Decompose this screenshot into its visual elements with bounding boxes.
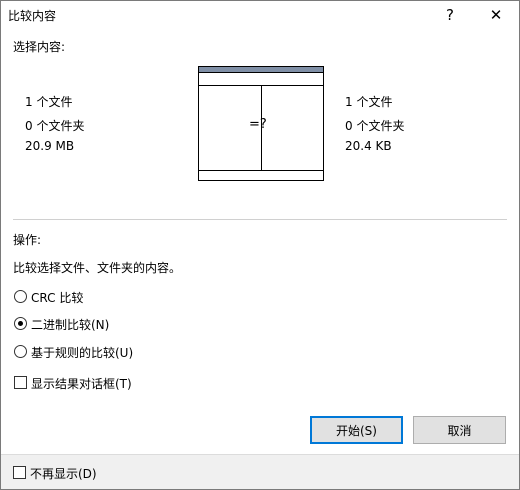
right-size: 20.4 KB: [345, 139, 392, 153]
crc-compare-label[interactable]: CRC 比较: [31, 289, 83, 306]
rule-compare-label[interactable]: 基于规则的比较(U): [31, 344, 133, 361]
binary-compare-radio[interactable]: [14, 317, 27, 330]
rule-compare-radio[interactable]: [14, 345, 27, 358]
crc-compare-radio[interactable]: [14, 290, 27, 303]
left-size: 20.9 MB: [25, 139, 75, 153]
cancel-button-label: 取消: [447, 423, 472, 438]
footer-bar: 不再显示(D): [1, 454, 519, 489]
cancel-button[interactable]: 取消: [413, 416, 506, 444]
window-title: 比较内容: [8, 9, 57, 23]
left-file-count: 1 个文件: [25, 95, 73, 109]
section-divider: [13, 219, 507, 220]
left-folder-count: 0 个文件夹: [25, 119, 85, 133]
help-button[interactable]: ?: [427, 1, 473, 29]
dialog-content: 选择内容: 1 个文件 0 个文件夹 20.9 MB =? 1 个文件 0 个文…: [1, 29, 519, 454]
preview-compare-symbol: =?: [249, 117, 267, 132]
dont-show-label[interactable]: 不再显示(D): [30, 465, 97, 482]
help-icon: ?: [446, 6, 454, 24]
title-bar[interactable]: 比较内容 ? ✕: [1, 1, 519, 29]
close-button[interactable]: ✕: [473, 1, 519, 29]
right-folder-count: 0 个文件夹: [345, 119, 405, 133]
operation-description: 比较选择文件、文件夹的内容。: [13, 261, 182, 275]
compare-dialog: 比较内容 ? ✕ 选择内容: 1 个文件 0 个文件夹 20.9 MB =? 1…: [0, 0, 520, 490]
start-button[interactable]: 开始(S): [310, 416, 403, 444]
show-results-label[interactable]: 显示结果对话框(T): [31, 375, 132, 392]
preview-header: [199, 73, 323, 86]
start-button-label: 开始(S): [336, 423, 377, 438]
preview-footer: [199, 170, 323, 180]
dont-show-checkbox[interactable]: [13, 466, 26, 479]
binary-compare-label[interactable]: 二进制比较(N): [31, 316, 109, 333]
right-file-count: 1 个文件: [345, 95, 393, 109]
show-results-checkbox[interactable]: [14, 376, 27, 389]
selection-heading: 选择内容:: [13, 40, 66, 54]
close-icon: ✕: [489, 6, 503, 24]
compare-preview-icon: =?: [198, 66, 324, 181]
operation-heading: 操作:: [13, 233, 42, 247]
